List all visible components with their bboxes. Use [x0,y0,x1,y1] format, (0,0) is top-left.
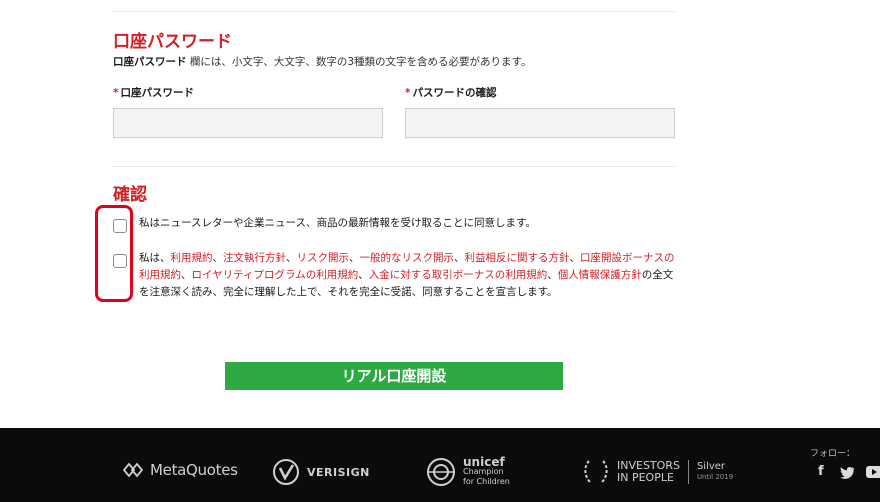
verisign-check-icon [273,459,299,485]
required-mark: * [113,87,119,99]
password-requirement-rest: 欄には、小文字、大文字、数字の3種類の文字を含める必要があります。 [186,56,532,68]
required-mark: * [405,87,411,99]
terms-link-4[interactable]: 利益相反に関する方針 [465,252,570,264]
twitter-icon[interactable] [840,466,855,483]
link-separator: 、 [569,252,581,264]
open-real-account-button[interactable]: リアル口座開設 [225,362,563,390]
terms-link-8[interactable]: 個人情報保護方針 [558,269,642,281]
metaquotes-logo: MetaQuotes [122,461,238,479]
terms-link-2[interactable]: リスク開示 [297,252,350,264]
newsletter-consent-text: 私はニュースレターや企業ニュース、商品の最新情報を受け取ることに同意します。 [139,217,536,229]
terms-link-1[interactable]: 注文執行方針 [223,252,286,264]
terms-consent-text: 私は、利用規約、注文執行方針、リスク開示、一般的なリスク開示、利益相反に関する方… [139,250,676,301]
password-section-title: 口座パスワード [113,32,232,52]
link-separator: 、 [358,269,369,281]
link-separator: 、 [349,252,360,264]
password-requirement-bold: 口座パスワード [113,56,187,68]
verisign-logo: VERISIGN [271,458,370,486]
confirm-password-input[interactable] [405,108,675,138]
password-label: * 口座パスワード [113,87,194,99]
password-requirement-text: 口座パスワード 欄には、小文字、大文字、数字の3種類の文字を含める必要があります… [113,54,531,69]
youtube-icon[interactable] [866,466,880,482]
unicef-globe-icon [427,458,455,486]
terms-link-0[interactable]: 利用規約 [171,252,213,264]
section-divider [113,166,675,167]
terms-link-3[interactable]: 一般的なリスク開示 [360,252,455,264]
terms-prefix: 私は、 [139,252,171,264]
unicef-logo: unicef Champion for Children [425,456,510,488]
confirm-password-label: * パスワードの確認 [405,87,497,99]
link-separator: 、 [286,252,297,264]
confirm-section-title: 確認 [113,185,147,205]
follow-label: フォロー： [810,449,856,459]
link-separator: 、 [212,252,224,264]
link-separator: 、 [454,252,465,264]
password-input[interactable] [113,108,383,138]
investors-in-people-logo: INVESTORS IN PEOPLE Silver Until 2019 [581,457,733,487]
metaquotes-icon [122,462,144,478]
checkbox-highlight-annotation [95,205,133,302]
link-separator: 、 [181,269,192,281]
terms-link-6[interactable]: ロイヤリティプログラムの利用規約 [192,269,359,281]
link-separator: 、 [547,269,558,281]
top-divider [113,11,675,12]
footer: MetaQuotes VERISIGN unicef Champion for … [0,428,880,502]
laurel-wreath-icon [584,460,608,483]
terms-link-7[interactable]: 入金に対する取引ボーナスの利用規約 [369,269,548,281]
facebook-icon[interactable]: f [818,464,824,479]
